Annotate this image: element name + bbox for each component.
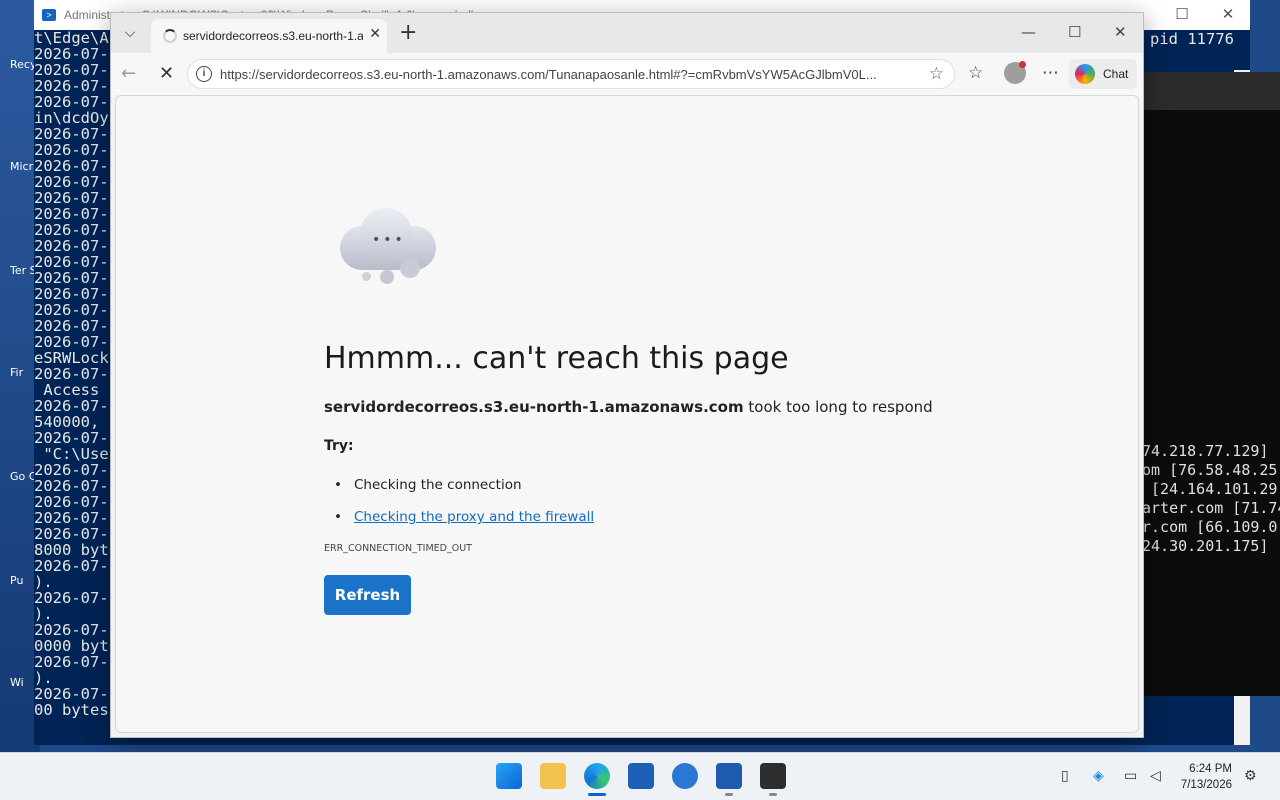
- suggestion-text: Checking the connection: [354, 477, 522, 493]
- back-arrow-icon[interactable]: ←: [121, 63, 136, 84]
- terminal-line: 24.30.201.175]: [1142, 537, 1269, 555]
- bullet-icon: •: [334, 477, 342, 493]
- edge-active-indicator: [588, 793, 606, 796]
- tab-title: servidordecorreos.s3.eu-north-1.amazonaw…: [183, 29, 363, 43]
- minimize-icon[interactable]: —: [1021, 23, 1036, 41]
- start-icon[interactable]: [496, 763, 522, 789]
- bullet-icon: •: [334, 509, 342, 525]
- error-title: Hmmm... can't reach this page: [324, 341, 789, 376]
- edge-icon[interactable]: [584, 763, 610, 789]
- offline-cloud-icon: •••: [334, 208, 444, 288]
- terminal-window[interactable]: 74.218.77.129] om [76.58.48.25] [24.164.1…: [1142, 72, 1280, 696]
- security-icon[interactable]: ◈: [1093, 768, 1104, 784]
- copilot-chat-button[interactable]: Chat: [1069, 59, 1137, 89]
- site-info-icon[interactable]: i: [196, 66, 212, 82]
- error-code: ERR_CONNECTION_TIMED_OUT: [324, 543, 472, 554]
- favorites-list-icon[interactable]: ☆: [968, 63, 983, 83]
- favorite-star-icon[interactable]: ☆: [929, 64, 944, 84]
- terminal-line: 74.218.77.129]: [1142, 442, 1269, 460]
- terminal-output: 74.218.77.129] om [76.58.48.25] [24.164.1…: [1142, 442, 1280, 556]
- network-icon[interactable]: ▭: [1124, 768, 1137, 784]
- chat-button-label: Chat: [1103, 67, 1129, 81]
- taskbar: ▯ ◈ ▭ ◁ 6:24 PM 7/13/2026 ⚙: [0, 752, 1280, 800]
- desktop-icon-label: Fir: [10, 366, 24, 379]
- loading-spinner-icon: [163, 29, 177, 43]
- edge-browser-window[interactable]: ⌵ servidordecorreos.s3.eu-north-1.amazon…: [110, 12, 1144, 738]
- url-input[interactable]: https://servidordecorreos.s3.eu-north-1.…: [220, 67, 920, 82]
- usb-icon[interactable]: ▯: [1061, 768, 1069, 784]
- maximize-icon[interactable]: ☐: [1068, 23, 1081, 41]
- desktop-icon-label: Pu: [10, 574, 24, 587]
- copilot-icon: [1075, 64, 1095, 84]
- refresh-button[interactable]: Refresh: [324, 575, 411, 615]
- ps-maximize-icon[interactable]: ☐: [1172, 5, 1192, 23]
- clock[interactable]: 6:24 PM 7/13/2026: [1181, 761, 1232, 793]
- powershell-icon[interactable]: [716, 763, 742, 789]
- terminal-line: [24.164.101.29]: [1142, 480, 1280, 498]
- new-tab-icon[interactable]: +: [399, 21, 417, 45]
- ps-close-icon[interactable]: ✕: [1218, 5, 1238, 23]
- outlook-icon[interactable]: [672, 763, 698, 789]
- tab-close-icon[interactable]: ✕: [369, 26, 381, 42]
- profile-notification-badge: [1019, 61, 1026, 68]
- powershell-pid-text: pid 11776: [1150, 30, 1234, 48]
- store-icon[interactable]: [628, 763, 654, 789]
- terminal-running-indicator: [769, 793, 777, 796]
- tab-active[interactable]: servidordecorreos.s3.eu-north-1.amazonaw…: [151, 19, 387, 53]
- close-icon[interactable]: ✕: [1114, 23, 1127, 41]
- suggestion-item: • Checking the connection: [334, 477, 522, 493]
- page-content: ••• Hmmm... can't reach this page servid…: [115, 95, 1139, 733]
- error-message: servidordecorreos.s3.eu-north-1.amazonaw…: [324, 398, 933, 416]
- browser-toolbar: ← ✕ i https://servidordecorreos.s3.eu-no…: [111, 53, 1143, 95]
- terminal-line: arter.com [71.74: [1142, 499, 1280, 517]
- desktop-icon-label: Wi: [10, 676, 24, 689]
- terminal-line: r.com [66.109.0.: [1142, 518, 1280, 536]
- stop-loading-icon[interactable]: ✕: [159, 63, 174, 84]
- error-message-text: took too long to respond: [743, 398, 933, 416]
- clock-time: 6:24 PM: [1189, 763, 1232, 775]
- error-host: servidordecorreos.s3.eu-north-1.amazonaw…: [324, 398, 744, 416]
- tab-actions-chevron-icon[interactable]: ⌵: [119, 22, 141, 44]
- desktop-icon-label: Recy: [10, 58, 37, 71]
- suggestion-item: • Checking the proxy and the firewall: [334, 509, 594, 525]
- proxy-firewall-link[interactable]: Checking the proxy and the firewall: [354, 509, 594, 525]
- powershell-icon: >: [42, 9, 56, 21]
- more-options-icon[interactable]: ⋯: [1042, 63, 1059, 83]
- try-label: Try:: [324, 438, 354, 454]
- settings-gear-icon[interactable]: ⚙: [1244, 768, 1257, 784]
- address-bar[interactable]: i https://servidordecorreos.s3.eu-north-…: [187, 59, 955, 89]
- tab-strip: ⌵ servidordecorreos.s3.eu-north-1.amazon…: [111, 13, 1143, 53]
- file-explorer-icon[interactable]: [540, 763, 566, 789]
- powershell-running-indicator: [725, 793, 733, 796]
- terminal-line: om [76.58.48.25]: [1142, 461, 1280, 479]
- volume-icon[interactable]: ◁: [1150, 768, 1161, 784]
- clock-date: 7/13/2026: [1180, 779, 1232, 791]
- terminal-icon[interactable]: [760, 763, 786, 789]
- terminal-tabbar[interactable]: [1142, 72, 1280, 110]
